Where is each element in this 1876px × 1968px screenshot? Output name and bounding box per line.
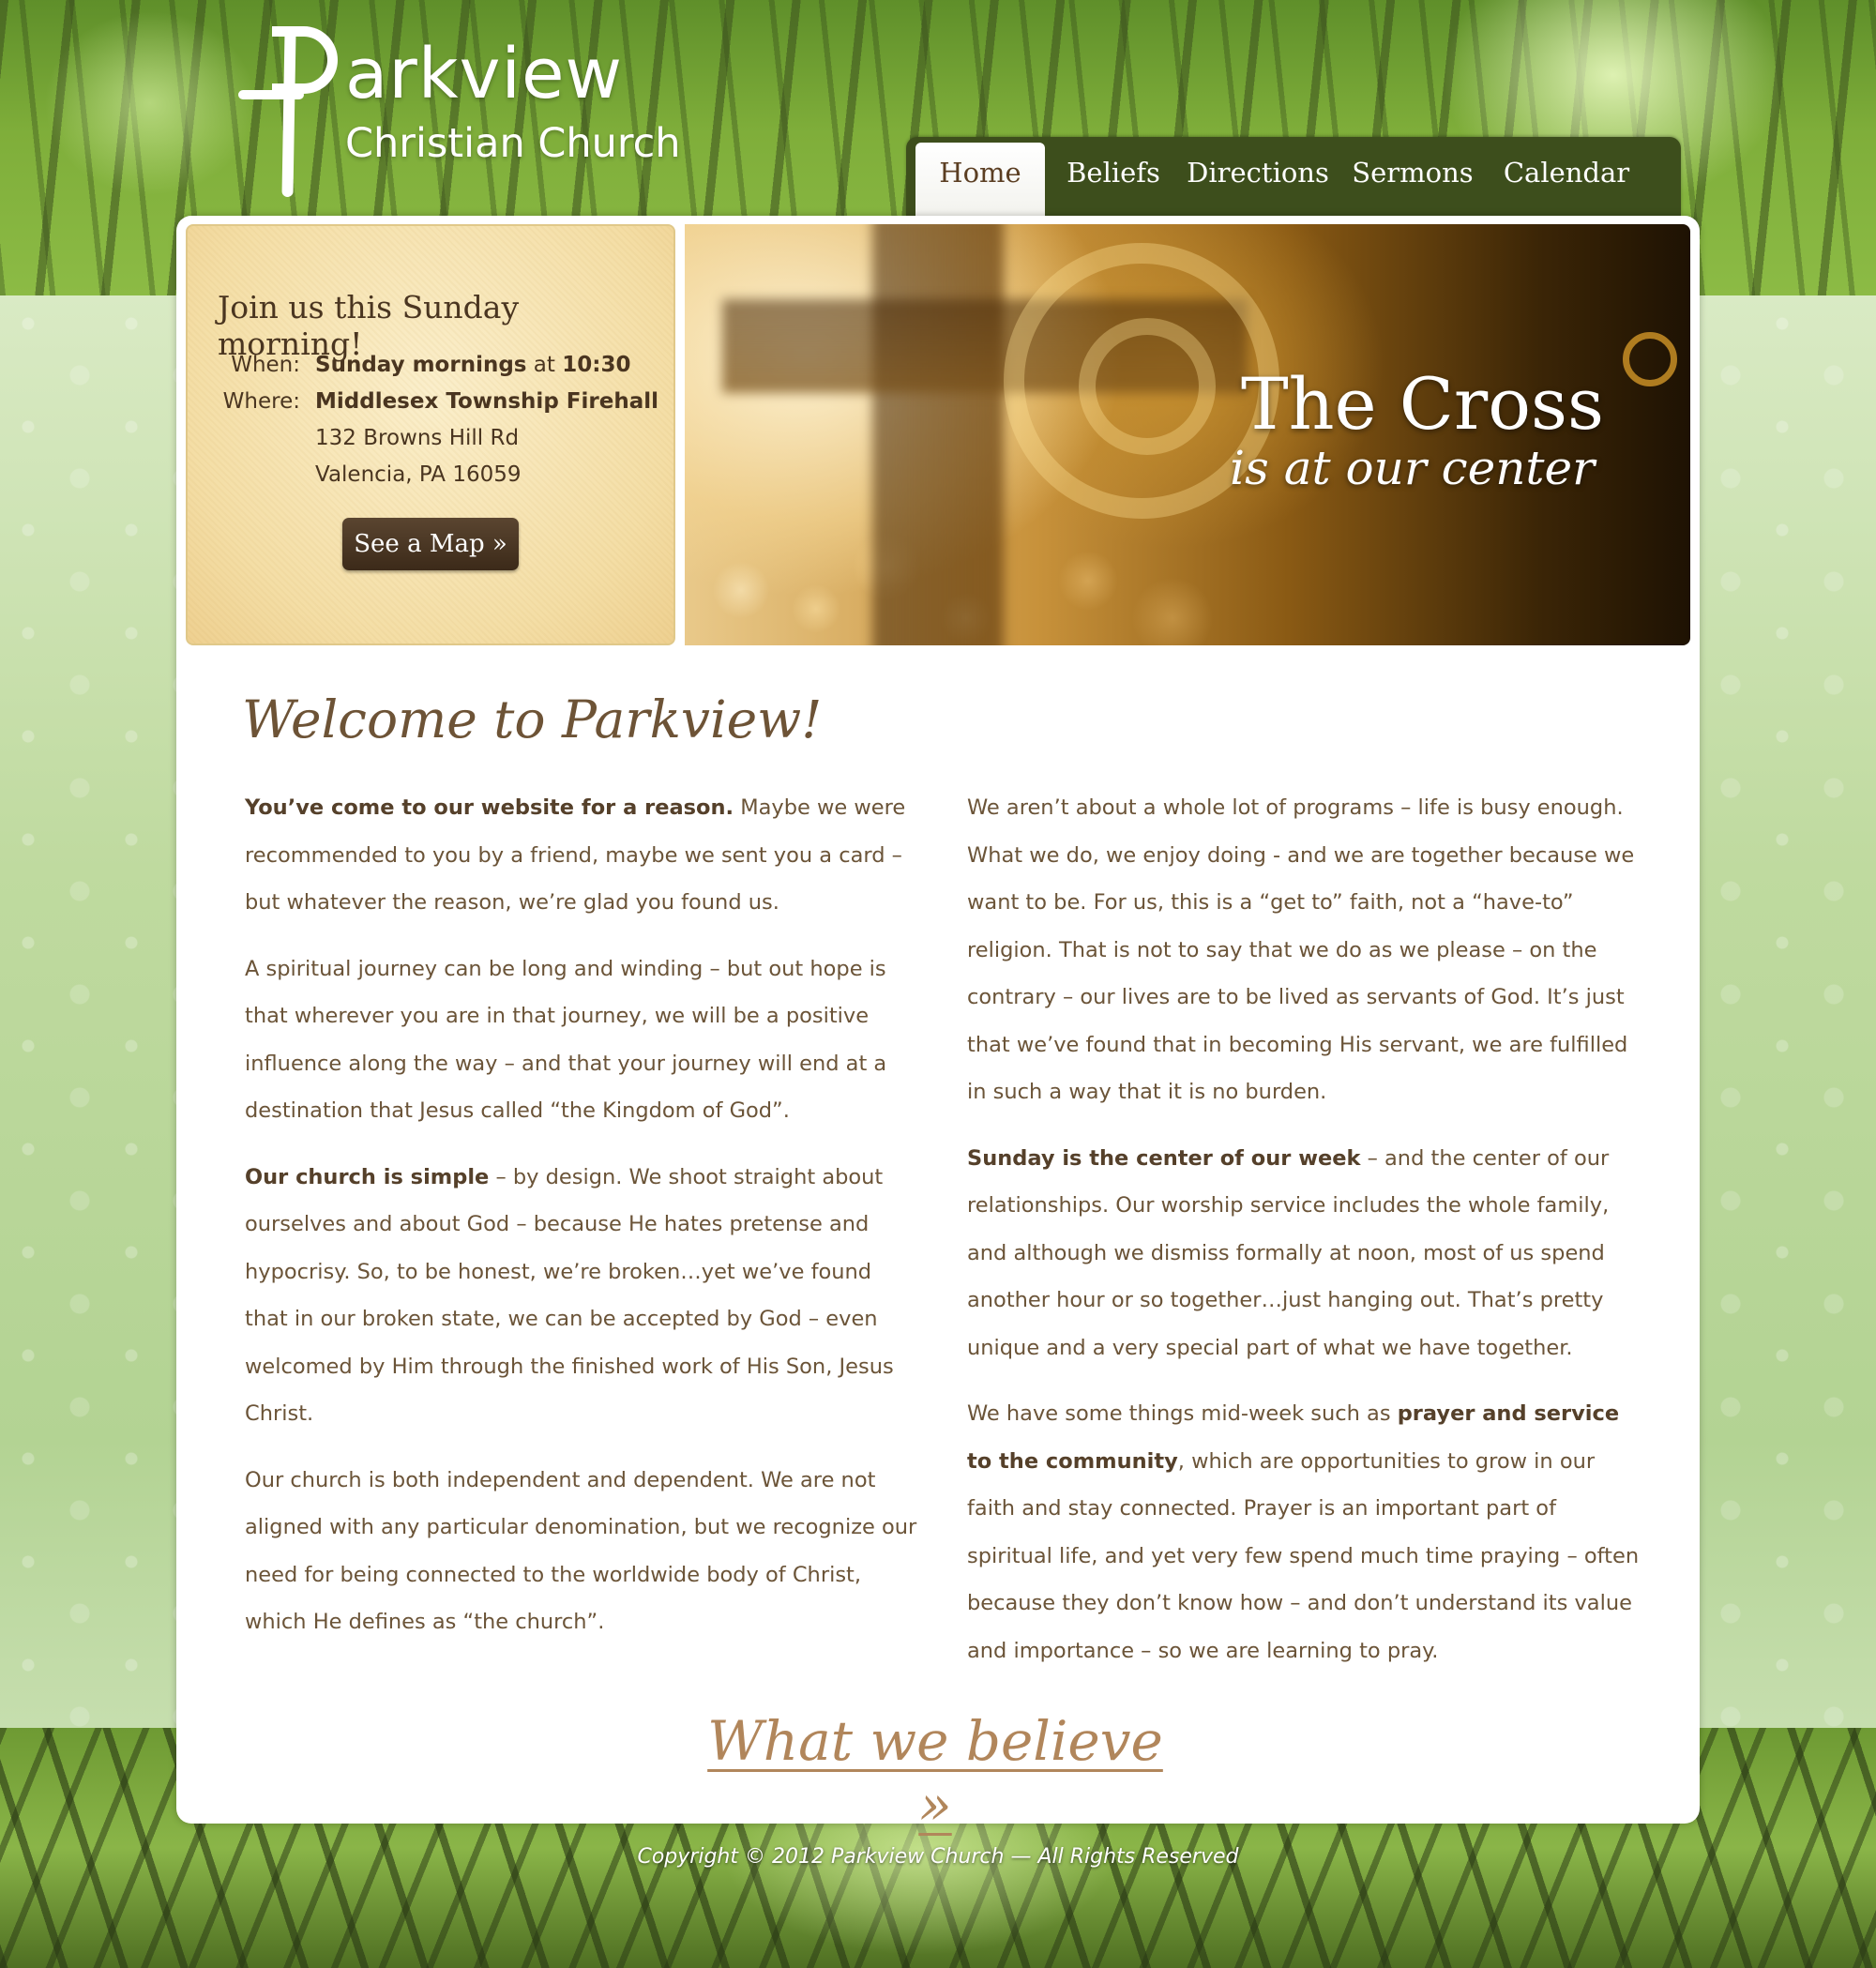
nav-calendar[interactable]: Calendar	[1491, 143, 1642, 216]
what-we-believe-link[interactable]: What we believe »	[702, 1709, 1169, 1837]
paragraph: Our church is both independent and depen…	[245, 1467, 917, 1635]
address-line-2: Valencia, PA 16059	[315, 462, 522, 487]
small-swirl-decoration	[1623, 332, 1677, 386]
where-label: Where:	[222, 389, 300, 414]
nav-beliefs[interactable]: Beliefs	[1054, 143, 1172, 216]
content-column-right: We aren’t about a whole lot of programs …	[967, 784, 1647, 1693]
when-label: When:	[231, 353, 300, 377]
hero-subtitle: is at our center	[1230, 441, 1595, 495]
paragraph: You’ve come to our website for a reason.…	[245, 795, 906, 915]
site-logo[interactable]: arkview Christian Church	[234, 19, 704, 198]
copyright-notice: Copyright © 2012 Parkview Church — All R…	[637, 1845, 1239, 1869]
logo-p-cross-icon	[272, 26, 338, 94]
paragraph: We have some things mid-week such as pra…	[967, 1401, 1640, 1663]
paragraph: We aren’t about a whole lot of programs …	[967, 795, 1635, 1104]
nav-directions[interactable]: Directions	[1182, 143, 1334, 216]
nav-home[interactable]: Home	[915, 143, 1045, 216]
when-value: Sunday mornings at 10:30	[315, 353, 631, 377]
nav-sermons[interactable]: Sermons	[1343, 143, 1482, 216]
content-column-left: You’ve come to our website for a reason.…	[245, 784, 920, 1665]
where-value: Middlesex Township Firehall	[315, 389, 658, 414]
logo-subtitle: Christian Church	[345, 120, 681, 167]
see-map-button[interactable]: See a Map »	[342, 518, 519, 570]
hero-title: The Cross	[1240, 362, 1604, 446]
logo-name: arkview	[345, 34, 624, 114]
logo-cross-bar	[238, 90, 304, 99]
paragraph: Our church is simple – by design. We sho…	[245, 1164, 894, 1427]
page-title: Welcome to Parkview!	[242, 689, 823, 749]
service-info-title: Join us this Sunday morning!	[218, 289, 520, 362]
cross-icon	[872, 224, 1004, 645]
logo-cross-stem	[281, 29, 296, 198]
paragraph: A spiritual journey can be long and wind…	[245, 956, 887, 1124]
paragraph: Sunday is the center of our week – and t…	[967, 1145, 1610, 1360]
address-line-1: 132 Browns Hill Rd	[315, 426, 520, 450]
main-navigation: Home Beliefs Directions Sermons Calendar	[906, 137, 1681, 216]
